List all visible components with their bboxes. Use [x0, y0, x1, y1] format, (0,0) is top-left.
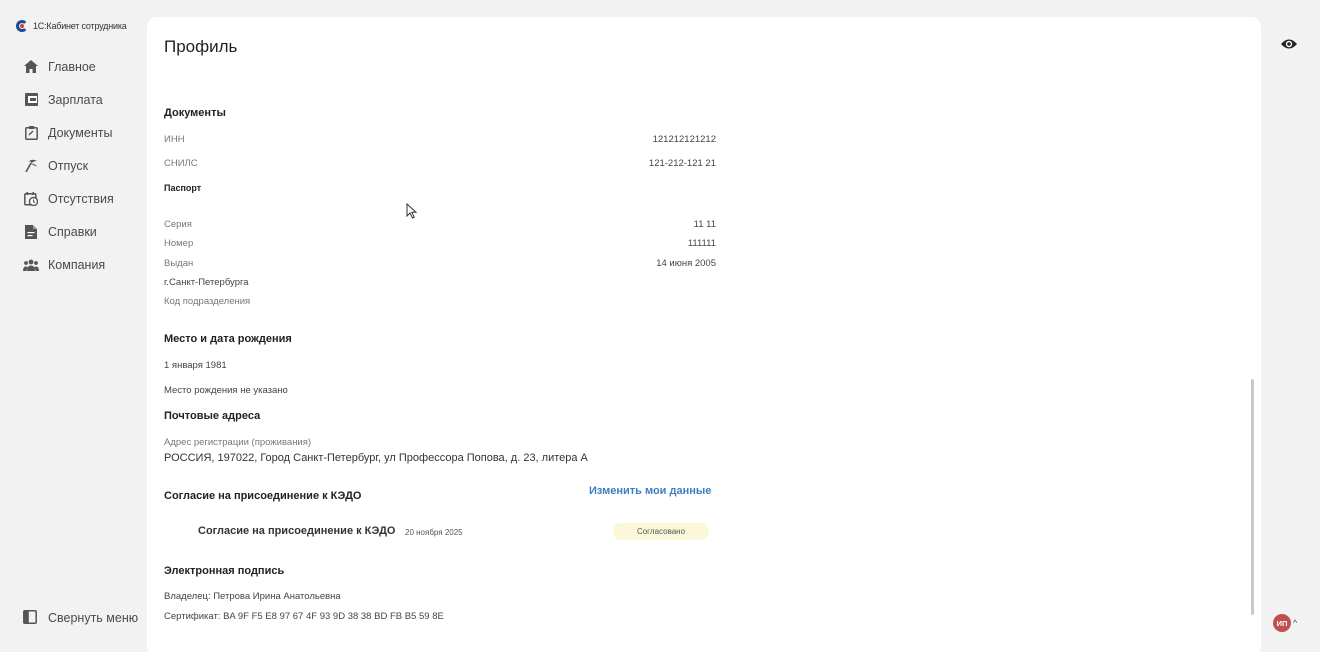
edit-my-data-link[interactable]: Изменить мои данные: [589, 485, 711, 497]
collapse-menu-label: Свернуть меню: [48, 611, 139, 625]
chevron-up-icon: ^: [1293, 618, 1298, 628]
sidebar-nav: Главное Зарплата Документы Отпуск Отсутс…: [0, 50, 147, 281]
brand-logo-icon: [16, 20, 28, 32]
sidebar: 1С:Кабинет сотрудника Главное Зарплата Д…: [0, 0, 147, 652]
sidebar-item-company[interactable]: Компания: [0, 248, 147, 281]
sidebar-item-salary[interactable]: Зарплата: [0, 83, 147, 116]
home-icon: [23, 59, 39, 75]
signature-certificate: Сертификат: BA 9F F5 E8 97 67 4F 93 9D 3…: [164, 611, 444, 622]
registration-address-label: Адрес регистрации (проживания): [164, 437, 312, 448]
issued-value: 14 июня 2005: [656, 258, 716, 269]
number-label: Номер: [164, 238, 194, 249]
sidebar-item-label: Компания: [48, 257, 106, 272]
issued-place: г.Санкт-Петербурга: [164, 277, 249, 288]
people-icon: [23, 257, 39, 273]
consent-row-date: 20 ноября 2025: [405, 528, 463, 537]
number-value: 111111: [687, 238, 716, 249]
snils-label: СНИЛС: [164, 158, 198, 169]
sidebar-item-documents[interactable]: Документы: [0, 116, 147, 149]
wallet-icon: [23, 92, 39, 108]
postal-heading: Почтовые адреса: [164, 410, 261, 422]
clipboard-icon: [23, 125, 39, 141]
visibility-toggle-button[interactable]: [1280, 37, 1298, 53]
user-menu-button[interactable]: ИП ^: [1273, 614, 1297, 632]
consent-heading: Согласие на присоединение к КЭДО: [164, 490, 362, 502]
division-code-label: Код подразделения: [164, 296, 251, 307]
palm-icon: [23, 158, 39, 174]
series-label: Серия: [164, 219, 192, 230]
registration-address-value: РОССИЯ, 197022, Город Санкт-Петербург, у…: [164, 452, 588, 464]
sidebar-item-certificates[interactable]: Справки: [0, 215, 147, 248]
sidebar-item-main[interactable]: Главное: [0, 50, 147, 83]
consent-row-title[interactable]: Согласие на присоединение к КЭДО: [198, 525, 395, 537]
documents-heading: Документы: [164, 107, 226, 119]
sidebar-item-label: Зарплата: [48, 92, 103, 107]
signature-heading: Электронная подпись: [164, 565, 285, 577]
snils-value: 121-212-121 21: [648, 158, 716, 169]
birth-date: 1 января 1981: [164, 360, 227, 371]
series-value: 11 11: [693, 219, 716, 230]
scrollbar[interactable]: [1251, 379, 1254, 615]
sidebar-item-absences[interactable]: Отсутствия: [0, 182, 147, 215]
signature-owner: Владелец: Петрова Ирина Анатольевна: [164, 591, 341, 602]
sidebar-collapse-icon: [23, 610, 39, 626]
sidebar-item-label: Документы: [48, 125, 113, 140]
avatar: ИП: [1273, 614, 1291, 632]
eye-icon: [1280, 38, 1298, 55]
page-title: Профиль: [164, 37, 238, 56]
sidebar-item-label: Главное: [48, 59, 96, 74]
sidebar-item-label: Справки: [48, 224, 97, 239]
birth-heading: Место и дата рождения: [164, 333, 292, 345]
status-badge: Согласовано: [613, 523, 709, 540]
sidebar-item-label: Отсутствия: [48, 191, 114, 206]
birth-place: Место рождения не указано: [164, 385, 288, 396]
sidebar-item-label: Отпуск: [48, 158, 89, 173]
collapse-menu-button[interactable]: Свернуть меню: [23, 610, 138, 626]
issued-label: Выдан: [164, 258, 194, 269]
brand[interactable]: 1С:Кабинет сотрудника: [16, 20, 127, 32]
mouse-cursor-icon: [406, 202, 418, 219]
inn-label: ИНН: [164, 134, 185, 145]
sidebar-item-vacation[interactable]: Отпуск: [0, 149, 147, 182]
passport-heading: Паспорт: [164, 183, 202, 193]
file-icon: [23, 224, 39, 240]
inn-value: 121212121212: [652, 134, 716, 145]
profile-card: Профиль Документы ИНН 121212121212 СНИЛС…: [147, 17, 1261, 652]
brand-name: 1С:Кабинет сотрудника: [33, 21, 127, 31]
calendar-clock-icon: [23, 191, 39, 207]
